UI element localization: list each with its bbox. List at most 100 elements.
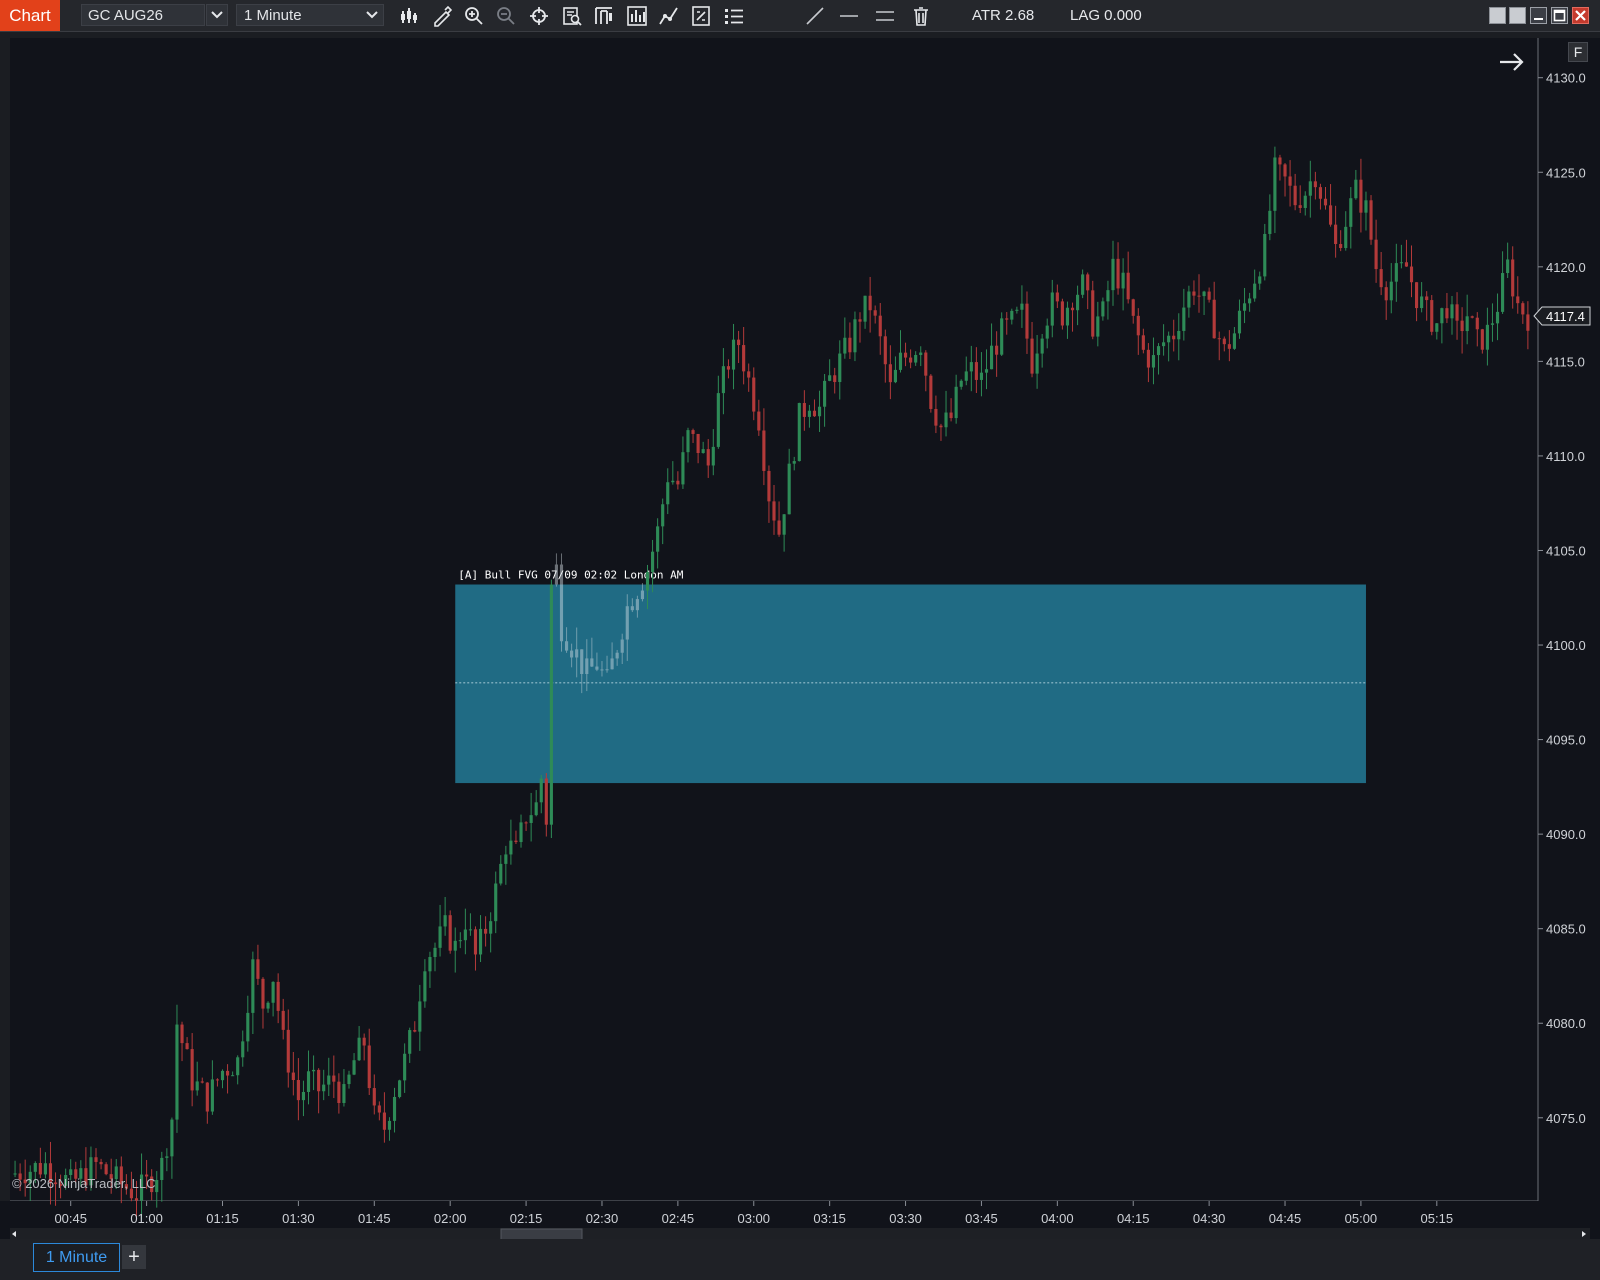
candle-body bbox=[1070, 307, 1075, 311]
zoom-out-icon[interactable] bbox=[495, 5, 517, 27]
candle-body bbox=[534, 802, 538, 816]
instrument-dropdown-button[interactable] bbox=[206, 4, 228, 26]
trash-icon[interactable] bbox=[910, 5, 932, 27]
candle-body bbox=[342, 1084, 346, 1103]
candle-body bbox=[1045, 325, 1049, 339]
candle-body bbox=[762, 430, 766, 471]
list-icon[interactable] bbox=[723, 5, 745, 27]
candle-body bbox=[1283, 164, 1287, 177]
scrollbar-thumb[interactable] bbox=[500, 1228, 583, 1239]
candle-body bbox=[1450, 304, 1454, 319]
right-panel-f-button[interactable]: F bbox=[1568, 42, 1588, 62]
candle-body bbox=[271, 981, 275, 1003]
candle-body bbox=[1516, 296, 1520, 304]
candle-body bbox=[377, 1105, 381, 1113]
chevron-down-icon bbox=[366, 11, 378, 19]
window-tile-button[interactable] bbox=[1509, 7, 1526, 24]
two-lines-icon[interactable] bbox=[874, 5, 896, 27]
candle-body bbox=[38, 1163, 42, 1175]
y-tick-label: 4115.0 bbox=[1546, 354, 1585, 369]
candle-body bbox=[1470, 316, 1474, 318]
candle-body bbox=[372, 1088, 376, 1106]
bar-type-icon[interactable] bbox=[398, 5, 420, 27]
window-close-button[interactable] bbox=[1572, 7, 1589, 24]
candle-body bbox=[1420, 296, 1424, 309]
period-selector[interactable]: 1 Minute bbox=[236, 4, 384, 26]
candle-body bbox=[1081, 274, 1085, 295]
x-tick-label: 05:00 bbox=[1345, 1211, 1378, 1226]
candle-body bbox=[888, 364, 892, 383]
candle-body bbox=[974, 362, 978, 380]
candle-body bbox=[1480, 329, 1484, 350]
candle-body bbox=[1000, 318, 1004, 355]
candle-body bbox=[1156, 346, 1161, 356]
candle-body bbox=[1242, 303, 1247, 311]
indicators-icon[interactable] bbox=[658, 5, 680, 27]
candle-body bbox=[691, 430, 695, 434]
crosshair-icon[interactable] bbox=[528, 5, 550, 27]
tab-1-minute[interactable]: 1 Minute bbox=[33, 1243, 120, 1272]
window-restore-button[interactable] bbox=[1489, 7, 1506, 24]
candle-body bbox=[175, 1024, 179, 1120]
candle-body bbox=[509, 840, 513, 855]
candle-body bbox=[1445, 308, 1449, 319]
zoom-in-icon[interactable] bbox=[463, 5, 485, 27]
candle-body bbox=[1506, 259, 1510, 274]
candle-body bbox=[241, 1041, 245, 1058]
candle-body bbox=[1005, 318, 1009, 320]
candle-body bbox=[276, 981, 280, 1011]
properties-icon[interactable] bbox=[593, 5, 615, 27]
line-tool-icon[interactable] bbox=[804, 5, 826, 27]
data-box-icon[interactable] bbox=[561, 5, 583, 27]
candle-body bbox=[1394, 263, 1398, 282]
candle-body bbox=[220, 1070, 225, 1081]
candle-body bbox=[484, 928, 488, 934]
candle-body bbox=[256, 959, 260, 979]
candle-body bbox=[478, 928, 483, 955]
instrument-selector[interactable]: GC AUG26 bbox=[81, 4, 205, 26]
candle-body bbox=[1146, 349, 1150, 368]
candle-body bbox=[1050, 292, 1054, 326]
candle-body bbox=[1187, 291, 1191, 308]
candle-body bbox=[387, 1120, 392, 1130]
templates-icon[interactable] bbox=[690, 5, 712, 27]
candle-body bbox=[1475, 317, 1479, 330]
candle-body bbox=[1035, 353, 1039, 374]
candle-body bbox=[903, 352, 908, 358]
candle-body bbox=[843, 337, 847, 354]
candle-body bbox=[686, 430, 690, 453]
horizontal-scrollbar[interactable] bbox=[10, 1228, 1590, 1239]
chart-app-tab[interactable]: Chart bbox=[0, 0, 60, 31]
candle-body bbox=[1126, 272, 1130, 300]
candle-body bbox=[306, 1071, 311, 1092]
x-tick-label: 01:15 bbox=[206, 1211, 239, 1226]
candle-body bbox=[929, 375, 933, 409]
candle-body bbox=[438, 926, 442, 948]
candle-body bbox=[1167, 335, 1171, 343]
candle-body bbox=[529, 815, 533, 823]
candle-body bbox=[772, 501, 776, 521]
window-minimize-button[interactable] bbox=[1530, 7, 1547, 24]
candle-body bbox=[883, 336, 887, 365]
draw-pencil-icon[interactable] bbox=[431, 5, 453, 27]
candle-body bbox=[13, 1173, 17, 1175]
candle-body bbox=[317, 1069, 321, 1092]
strategies-icon[interactable] bbox=[626, 5, 648, 27]
add-tab-button[interactable]: + bbox=[122, 1245, 146, 1269]
candle-body bbox=[969, 362, 973, 372]
candle-body bbox=[236, 1057, 240, 1076]
price-chart[interactable]: [A] Bull FVG 07/09 02:02 London AM 4130.… bbox=[0, 32, 1600, 1239]
x-tick-label: 03:30 bbox=[889, 1211, 922, 1226]
candle-body bbox=[1222, 338, 1226, 345]
x-tick-label: 03:00 bbox=[737, 1211, 770, 1226]
candle-body bbox=[514, 840, 518, 843]
horizontal-line-icon[interactable] bbox=[838, 5, 860, 27]
candle-body bbox=[726, 366, 731, 370]
candle-body bbox=[367, 1045, 371, 1089]
candle-body bbox=[337, 1081, 341, 1103]
candle-body bbox=[721, 366, 725, 394]
window-maximize-button[interactable] bbox=[1551, 7, 1568, 24]
candle-body bbox=[1010, 310, 1014, 320]
candle-body bbox=[742, 345, 746, 372]
candle-body bbox=[1020, 303, 1024, 310]
